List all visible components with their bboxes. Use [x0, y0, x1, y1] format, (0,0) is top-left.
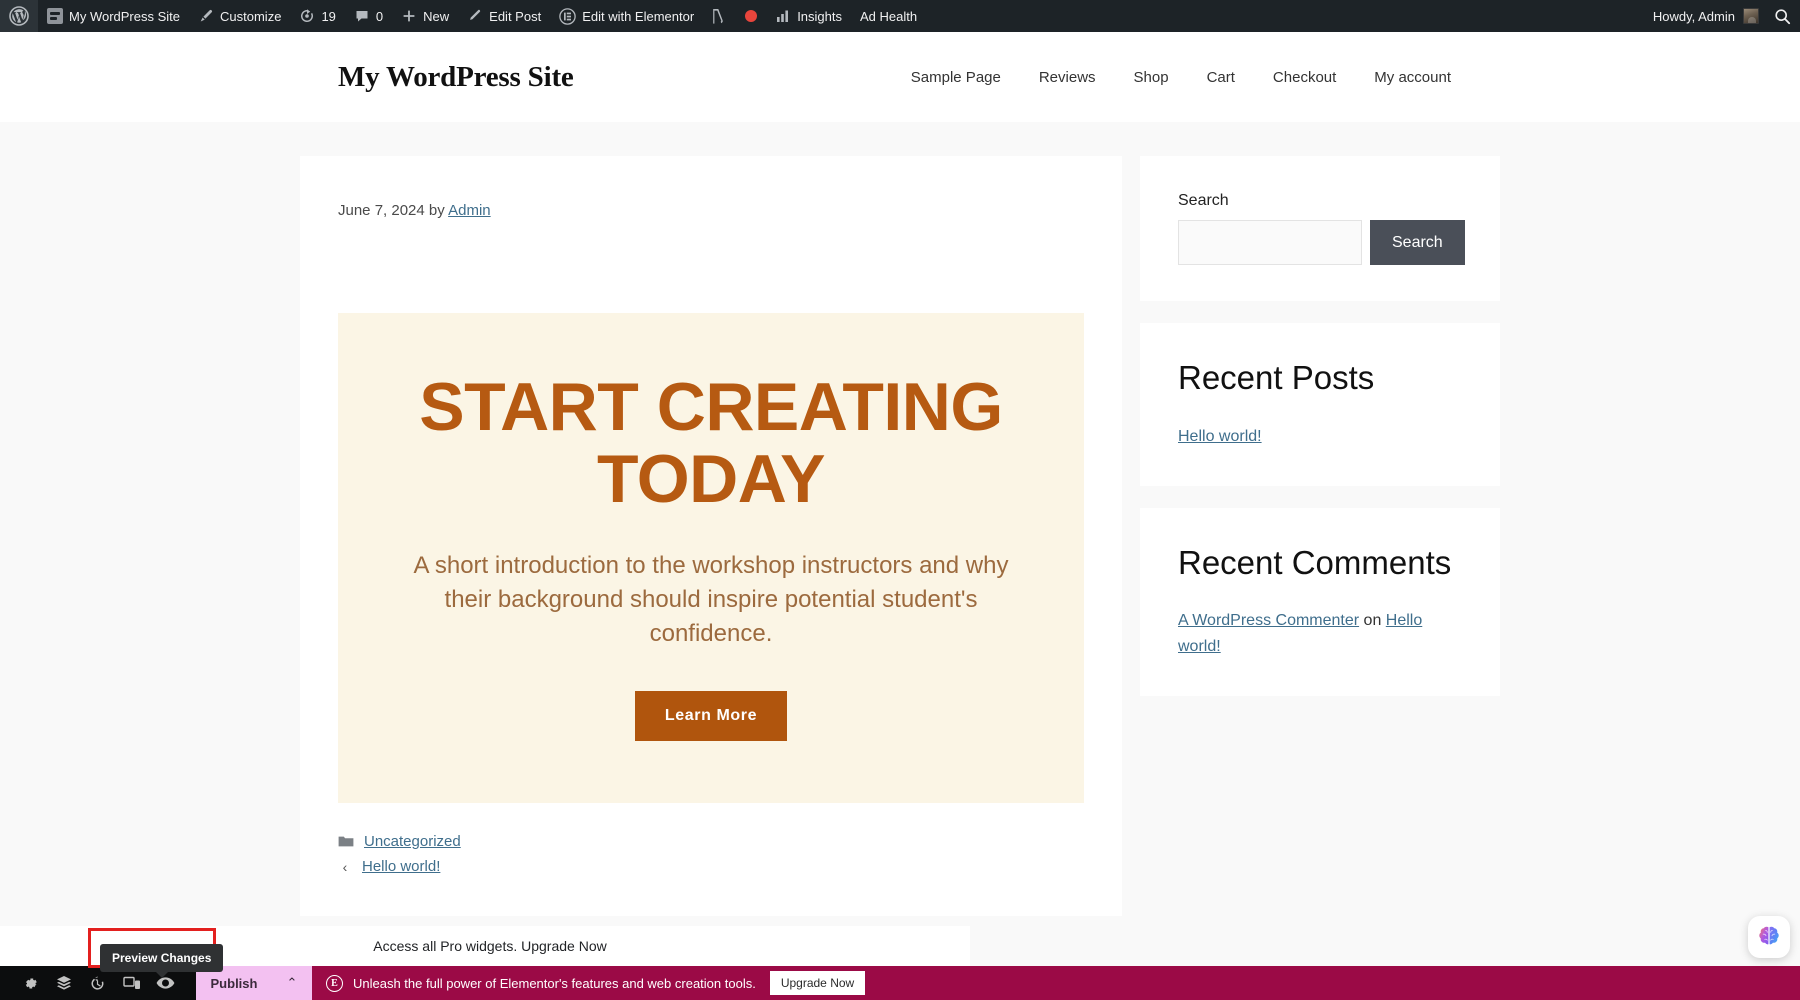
paintbrush-icon: [198, 8, 214, 24]
learn-more-button[interactable]: Learn More: [635, 691, 787, 741]
recent-posts-title: Recent Posts: [1178, 359, 1462, 397]
nav-item-shop[interactable]: Shop: [1115, 69, 1188, 86]
history-revisions-icon[interactable]: [87, 972, 109, 994]
pencil-icon: [467, 8, 483, 24]
elementor-promo-text: Unleash the full power of Elementor's fe…: [353, 976, 756, 991]
admin-bar-new-label: New: [423, 10, 449, 23]
search-widget-label: Search: [1178, 192, 1462, 210]
elementor-bottom-bar: Publish ⌃ E Unleash the full power of El…: [0, 966, 1800, 1000]
admin-bar-comments-count: 0: [376, 10, 383, 23]
navigator-layers-icon[interactable]: [53, 972, 75, 994]
post-article: June 7, 2024 by Admin START CREATING TOD…: [300, 156, 1122, 916]
elementor-pro-strip-text[interactable]: Access all Pro widgets. Upgrade Now: [373, 938, 606, 954]
site-preview-frame: My WordPress Site Sample Page Reviews Sh…: [0, 32, 1800, 966]
comment-on-word: on: [1364, 612, 1382, 629]
commenter-link[interactable]: A WordPress Commenter: [1178, 612, 1359, 629]
nav-item-checkout[interactable]: Checkout: [1254, 69, 1355, 86]
updates-icon: [299, 8, 315, 24]
upgrade-now-button[interactable]: Upgrade Now: [770, 971, 865, 995]
elementor-promo-banner: E Unleash the full power of Elementor's …: [312, 966, 1800, 1000]
admin-bar-howdy-label: Howdy, Admin: [1653, 10, 1735, 23]
admin-bar-edit-with-elementor[interactable]: Edit with Elementor: [550, 0, 703, 32]
admin-bar-my-account[interactable]: Howdy, Admin: [1644, 0, 1765, 32]
comment-bubble-icon: [354, 8, 370, 24]
recent-posts-widget: Recent Posts Hello world!: [1140, 323, 1500, 486]
yoast-seo-icon: [712, 8, 727, 25]
elementor-icon: [559, 8, 576, 25]
recent-comments-widget: Recent Comments A WordPress Commenter on…: [1140, 508, 1500, 696]
nav-item-cart[interactable]: Cart: [1188, 69, 1254, 86]
post-author-link[interactable]: Admin: [448, 202, 491, 219]
search-form: Search: [1178, 220, 1462, 265]
admin-bar-comments[interactable]: 0: [345, 0, 392, 32]
folder-icon: [338, 835, 354, 848]
search-widget: Search Search: [1140, 156, 1500, 301]
hero-section: START CREATING TODAY A short introductio…: [338, 313, 1084, 803]
recent-post-link[interactable]: Hello world!: [1178, 428, 1262, 445]
ai-brain-icon[interactable]: [1748, 916, 1790, 958]
sidebar: Search Search Recent Posts Hello world! …: [1140, 156, 1500, 966]
wp-admin-bar: My WordPress Site Customize 19 0 New Edi…: [0, 0, 1800, 32]
admin-bar-ad-health-label: Ad Health: [860, 10, 917, 23]
entry-footer: Uncategorized ‹ Hello world!: [338, 833, 1084, 875]
nav-item-sample-page[interactable]: Sample Page: [892, 69, 1020, 86]
content-column: June 7, 2024 by Admin START CREATING TOD…: [300, 156, 1122, 966]
admin-bar-status-dot[interactable]: [736, 0, 766, 32]
elementor-badge-icon: E: [326, 975, 343, 992]
prev-post-link[interactable]: Hello world!: [362, 858, 440, 875]
post-meta: June 7, 2024 by Admin: [338, 202, 1084, 219]
wordpress-logo-icon: [9, 6, 29, 26]
nav-item-reviews[interactable]: Reviews: [1020, 69, 1115, 86]
recent-comments-title: Recent Comments: [1178, 544, 1462, 582]
publish-options-chevron-up-icon[interactable]: ⌃: [272, 966, 312, 1000]
admin-bar-site-name[interactable]: My WordPress Site: [38, 0, 189, 32]
plus-icon: [401, 8, 417, 24]
entry-prev-post-row: ‹ Hello world!: [338, 858, 1084, 875]
category-link-uncategorized[interactable]: Uncategorized: [364, 833, 461, 850]
admin-bar-yoast-seo[interactable]: [703, 0, 736, 32]
admin-bar-edit-post[interactable]: Edit Post: [458, 0, 550, 32]
post-date: June 7, 2024: [338, 202, 425, 219]
admin-bar-wp-logo[interactable]: [0, 0, 38, 32]
search-submit-button[interactable]: Search: [1370, 220, 1465, 265]
list-item: Hello world!: [1178, 423, 1462, 450]
primary-navigation: Sample Page Reviews Shop Cart Checkout M…: [892, 69, 1470, 86]
admin-bar-customize[interactable]: Customize: [189, 0, 290, 32]
responsive-mode-icon[interactable]: [121, 972, 143, 994]
admin-bar-edit-with-elementor-label: Edit with Elementor: [582, 10, 694, 23]
preview-changes-tooltip: Preview Changes: [100, 944, 223, 972]
admin-bar-new[interactable]: New: [392, 0, 458, 32]
search-input[interactable]: [1178, 220, 1362, 265]
bar-chart-icon: [775, 8, 791, 24]
hero-subtitle: A short introduction to the workshop ins…: [401, 549, 1021, 651]
red-status-dot-icon: [745, 10, 757, 22]
entry-category-row: Uncategorized: [338, 833, 1084, 850]
site-header: My WordPress Site Sample Page Reviews Sh…: [0, 32, 1800, 122]
site-title[interactable]: My WordPress Site: [338, 61, 574, 94]
admin-bar-insights[interactable]: Insights: [766, 0, 851, 32]
admin-bar-ad-health[interactable]: Ad Health: [851, 0, 926, 32]
admin-bar-search[interactable]: [1765, 0, 1800, 32]
settings-gear-icon[interactable]: [20, 972, 42, 994]
admin-bar-site-name-label: My WordPress Site: [69, 10, 180, 23]
admin-bar-customize-label: Customize: [220, 10, 281, 23]
admin-bar-insights-label: Insights: [797, 10, 842, 23]
search-icon: [1774, 8, 1791, 25]
admin-bar-updates-count: 19: [321, 10, 335, 23]
hero-title: START CREATING TODAY: [382, 371, 1040, 515]
site-icon: [47, 8, 63, 24]
avatar: [1743, 8, 1759, 24]
list-item: A WordPress Commenter on Hello world!: [1178, 608, 1462, 660]
site-body: June 7, 2024 by Admin START CREATING TOD…: [0, 122, 1800, 966]
admin-bar-updates[interactable]: 19: [290, 0, 344, 32]
chevron-left-icon: ‹: [338, 859, 352, 875]
nav-item-my-account[interactable]: My account: [1355, 69, 1470, 86]
post-by-word: by: [429, 202, 445, 219]
admin-bar-edit-post-label: Edit Post: [489, 10, 541, 23]
